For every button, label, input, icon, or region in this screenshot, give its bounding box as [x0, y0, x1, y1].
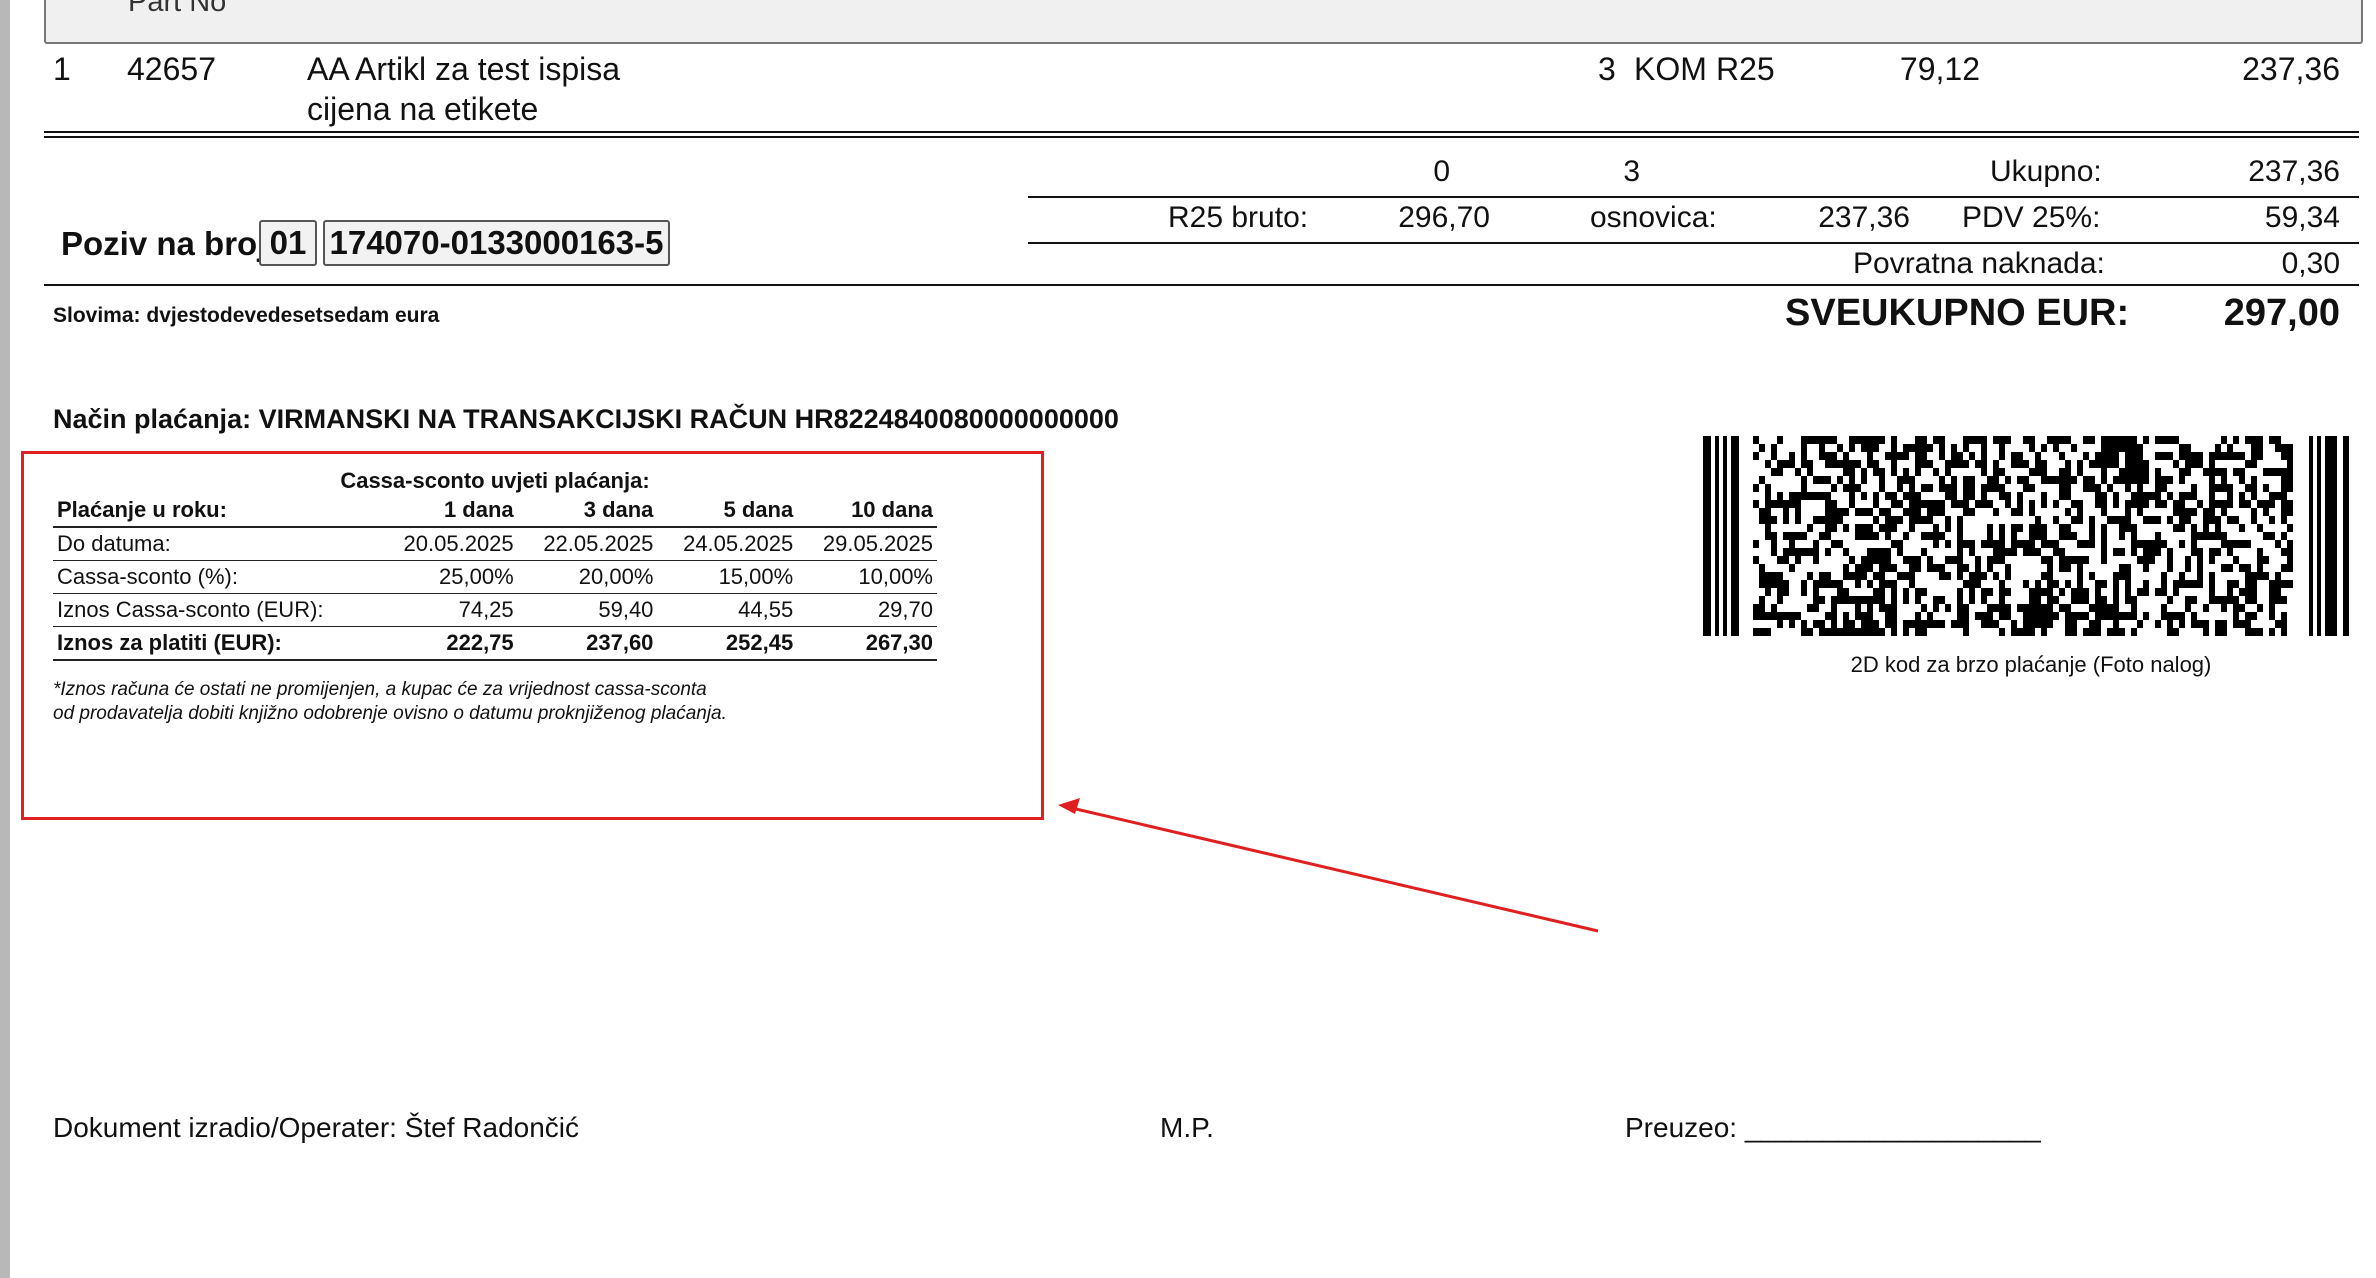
mp-stamp-label: M.P. [1160, 1112, 1214, 1143]
barcode-caption: 2D kod za brzo plaćanje (Foto nalog) [1850, 652, 2212, 677]
received-by-line: Preuzeo: ___________________ [1625, 1112, 2041, 1143]
barcode-matrix [1753, 436, 2293, 636]
2d-payment-barcode [1703, 436, 2359, 636]
operator-signature-line: Dokument izradio/Operater: Štef Radončić [53, 1112, 580, 1143]
annotation-arrow [1058, 798, 1599, 933]
